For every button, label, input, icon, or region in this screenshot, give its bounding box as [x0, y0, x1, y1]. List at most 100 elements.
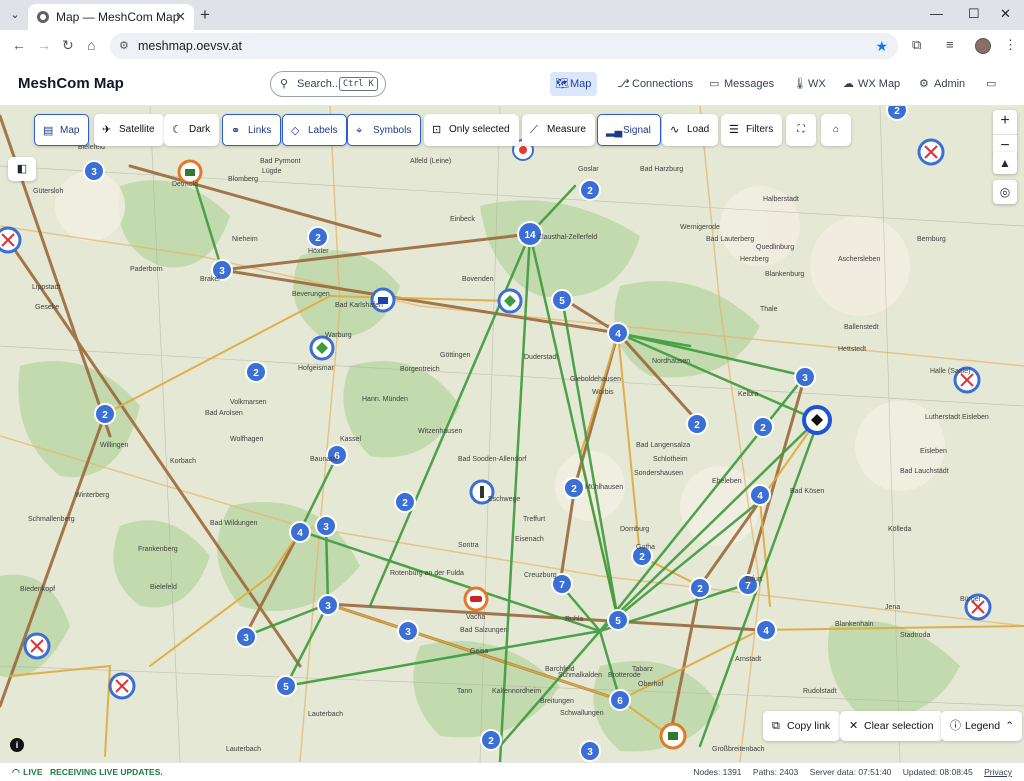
- svg-text:3: 3: [323, 522, 329, 533]
- ruler-icon: ⟋: [530, 124, 538, 136]
- town-label: Bad Lauchstädt: [900, 468, 949, 475]
- town-label: Kelbra: [738, 391, 759, 398]
- display-toggle[interactable]: ▭: [980, 72, 1002, 96]
- stats: Nodes: 1391 Paths: 2403 Server data: 07:…: [684, 763, 1012, 781]
- town-label: Geisa: [470, 648, 489, 655]
- back-icon[interactable]: ←: [12, 37, 26, 53]
- town-label: Mühlhausen: [585, 484, 624, 491]
- repeater-marker: [309, 335, 335, 361]
- nav-wx[interactable]: 🌡 WX: [788, 72, 832, 96]
- browser-tab[interactable]: Map — MeshCom Map ✕: [28, 4, 194, 30]
- address-bar[interactable]: ⚙ meshmap.oevsv.at ★: [110, 33, 898, 59]
- town-label: Gütersloh: [33, 188, 64, 195]
- toggle-load-button[interactable]: ∿ Load: [662, 114, 719, 146]
- nav-map[interactable]: 🗺 Map: [550, 72, 598, 96]
- town-label: Bad Kösen: [790, 488, 825, 495]
- home-view-button[interactable]: ⌂: [821, 114, 851, 146]
- cloud-sun-icon: ☁: [843, 78, 854, 90]
- town-label: Thale: [760, 306, 778, 313]
- town-label: Creuzburg: [524, 572, 557, 579]
- layer-dark-button[interactable]: ☾ Dark: [164, 114, 220, 146]
- town-label: Frankenberg: [138, 546, 178, 553]
- fullscreen-button[interactable]: ⛶: [786, 114, 816, 146]
- chrome-menu-icon[interactable]: ⋮: [1004, 37, 1017, 53]
- home-icon[interactable]: ⌂: [87, 37, 95, 53]
- svg-text:4: 4: [615, 329, 621, 340]
- forward-icon[interactable]: →: [37, 37, 51, 53]
- town-label: Schmalkalden: [558, 672, 602, 679]
- town-label: Brotterode: [608, 672, 641, 679]
- measure-label: Measure: [547, 124, 586, 135]
- new-tab-icon[interactable]: +: [200, 5, 210, 25]
- town-label: Hann. Münden: [362, 396, 408, 403]
- search-button[interactable]: ⚲ Search... Ctrl K: [270, 71, 386, 97]
- svg-text:2: 2: [488, 736, 494, 747]
- geolocate-button[interactable]: ◎: [993, 180, 1017, 204]
- extensions-icon[interactable]: ⧉: [912, 37, 921, 53]
- cluster-marker: 3: [317, 594, 339, 616]
- town-label: Ruhla: [565, 616, 584, 623]
- activity-icon: ∿: [670, 124, 680, 136]
- privacy-link[interactable]: Privacy: [984, 767, 1012, 777]
- cluster-marker: 2: [480, 729, 502, 751]
- site-info-icon[interactable]: ⚙: [119, 33, 129, 59]
- cluster-marker: 6: [609, 689, 631, 711]
- toggle-links-button[interactable]: ⚭ Links: [222, 114, 282, 146]
- reset-bearing-button[interactable]: ▲: [993, 152, 1017, 174]
- town-label: Arnstadt: [735, 656, 762, 663]
- svg-text:2: 2: [894, 106, 900, 117]
- legend-button[interactable]: ⓘ Legend ⌃: [941, 711, 1023, 741]
- town-label: Duderstadt: [524, 354, 559, 361]
- nav-admin[interactable]: ⚙ Admin: [914, 72, 971, 96]
- cluster-marker: 4: [755, 619, 777, 641]
- app-header: MeshCom Map ⚲ Search... Ctrl K 🗺 Map ⎇ Con…: [0, 62, 1024, 106]
- bookmark-star-icon[interactable]: ★: [875, 33, 888, 59]
- filters-button[interactable]: ☰ Filters: [721, 114, 783, 146]
- fullscreen-icon: ⛶: [797, 124, 805, 135]
- svg-text:3: 3: [91, 167, 97, 178]
- profile-avatar[interactable]: [975, 38, 991, 54]
- svg-text:14: 14: [524, 230, 536, 241]
- layer-map-label: Map: [60, 125, 80, 136]
- tab-close-icon[interactable]: ✕: [175, 4, 186, 30]
- attribution-info-icon[interactable]: i: [10, 738, 24, 752]
- toggle-only-selected-button[interactable]: ⊡ Only selected: [424, 114, 519, 146]
- measure-button[interactable]: ⟋ Measure: [522, 114, 595, 146]
- map-tiles: 3 2 3 14 5 2 4 3 2 2 6 2 4 3 2 2 7 5 3 3…: [0, 106, 1024, 762]
- town-label: Stadtroda: [900, 632, 931, 639]
- svg-text:2: 2: [253, 368, 259, 379]
- town-label: Treffurt: [523, 516, 546, 523]
- sidebar-toggle-button[interactable]: ◧: [8, 157, 36, 181]
- layer-map-button[interactable]: ▤ Map: [34, 114, 90, 146]
- sliders-icon: ☰: [729, 124, 739, 136]
- town-label: Wernigerode: [680, 224, 720, 231]
- toggle-signal-button[interactable]: ▂▄ Signal: [597, 114, 661, 146]
- svg-text:3: 3: [325, 601, 331, 612]
- copy-link-button[interactable]: ⧉ Copy link: [763, 711, 841, 741]
- sidebar-icon: ◧: [16, 163, 28, 175]
- maximize-icon[interactable]: ☐: [968, 6, 980, 22]
- clear-selection-button[interactable]: ✕ Clear selection: [840, 711, 944, 741]
- media-icon[interactable]: ≡: [946, 37, 954, 52]
- tab-search-icon[interactable]: ⌄: [6, 6, 24, 24]
- minimize-icon[interactable]: —: [930, 6, 943, 21]
- map-canvas[interactable]: 3 2 3 14 5 2 4 3 2 2 6 2 4 3 2 2 7 5 3 3…: [0, 106, 1024, 762]
- message-icon: ▭: [709, 78, 720, 90]
- zoom-in-button[interactable]: +: [993, 110, 1017, 134]
- nav-wx-map[interactable]: ☁ WX Map: [838, 72, 906, 96]
- nav-map-label: Map: [570, 78, 592, 90]
- layer-satellite-button[interactable]: ✈ Satellite: [94, 114, 164, 146]
- reload-icon[interactable]: ↻: [62, 37, 74, 54]
- toggle-labels-button[interactable]: ◇ Labels: [282, 114, 348, 146]
- toggle-symbols-button[interactable]: ⌖ Symbols: [347, 114, 422, 146]
- town-label: Biedenkopf: [20, 586, 56, 593]
- cluster-marker: 4: [607, 322, 629, 344]
- town-label: Beverungen: [292, 291, 330, 298]
- nav-messages[interactable]: ▭ Messages: [704, 72, 780, 96]
- svg-text:3: 3: [405, 627, 411, 638]
- town-label: Barchfeld: [545, 666, 575, 673]
- live-label: LIVE: [23, 767, 43, 777]
- window-close-icon[interactable]: ✕: [1000, 6, 1011, 22]
- search-icon: ⚲: [280, 78, 289, 90]
- nav-connections[interactable]: ⎇ Connections: [612, 72, 699, 96]
